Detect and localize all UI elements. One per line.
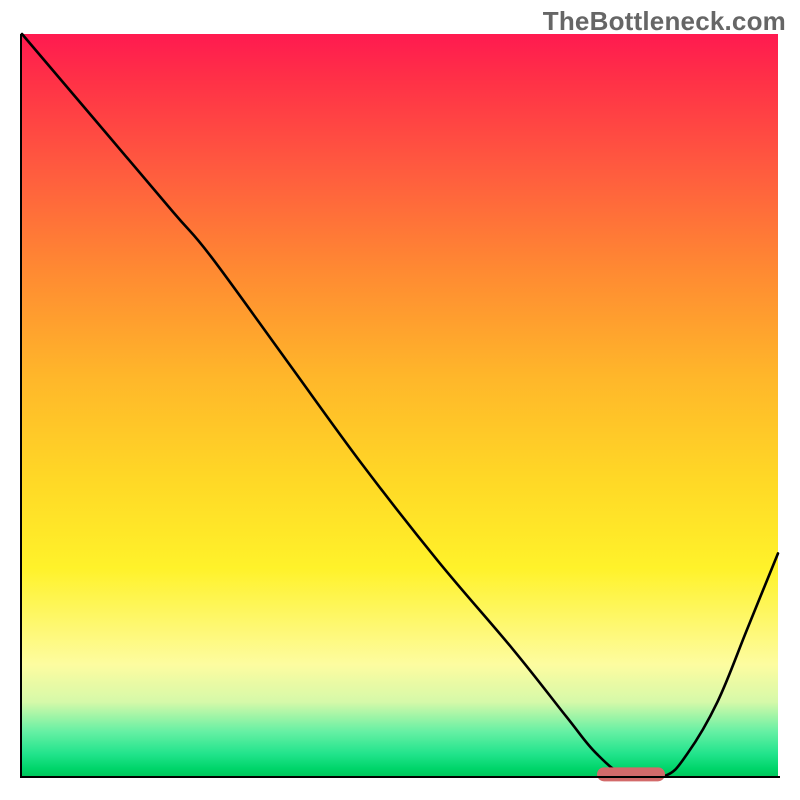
chart-canvas: TheBottleneck.com: [0, 0, 800, 800]
bottleneck-curve: [22, 34, 778, 776]
optimal-range-marker: [597, 767, 665, 781]
x-axis-line: [20, 776, 780, 778]
watermark-label: TheBottleneck.com: [543, 6, 786, 37]
y-axis-line: [20, 34, 22, 778]
plot-area: [22, 34, 778, 776]
